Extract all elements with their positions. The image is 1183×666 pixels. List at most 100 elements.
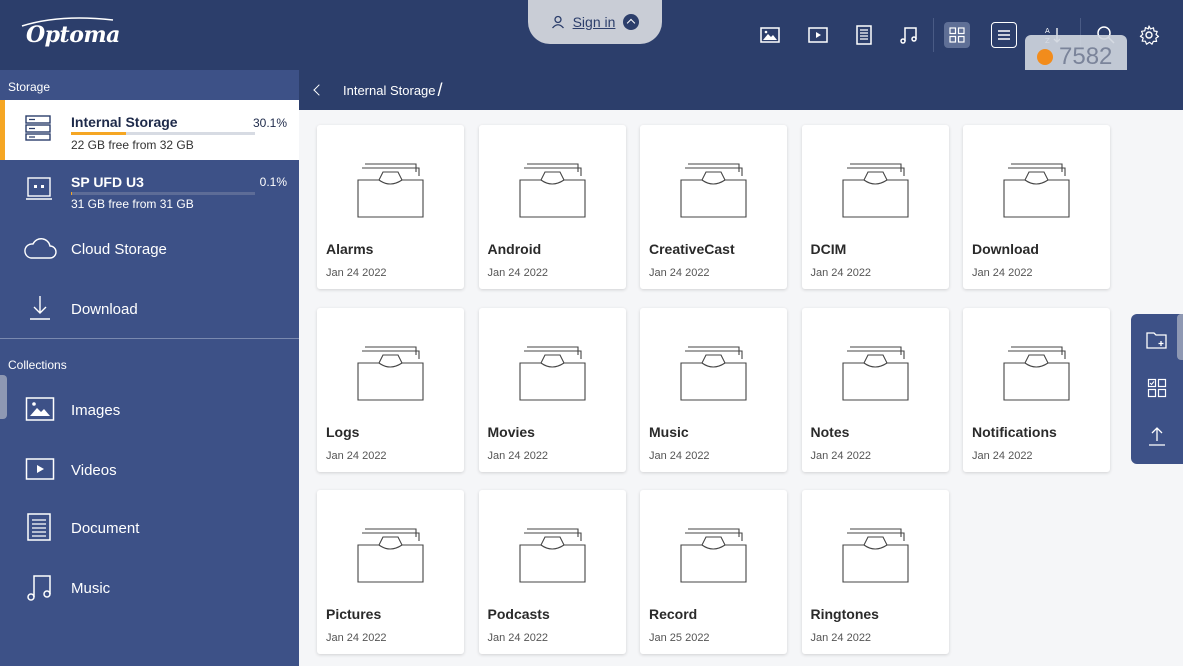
folder-date: Jan 24 2022 (487, 632, 549, 644)
folder-date: Jan 24 2022 (326, 632, 387, 644)
folder-date: Jan 24 2022 (326, 267, 387, 279)
folder-icon (841, 345, 909, 401)
sidebar-item-document[interactable]: Document (0, 508, 299, 550)
download-icon (30, 296, 50, 320)
folder-card[interactable]: Podcasts Jan 24 2022 (478, 490, 626, 654)
folder-card[interactable]: Ringtones Jan 24 2022 (801, 490, 949, 654)
cloud-storage-label: Cloud Storage (71, 241, 167, 258)
folder-date: Jan 24 2022 (810, 267, 872, 279)
cloud-icon (24, 238, 57, 259)
folder-icon (680, 528, 747, 583)
folder-card[interactable]: Android Jan 24 2022 (478, 125, 626, 289)
folder-date: Jan 24 2022 (810, 449, 872, 462)
new-folder-icon (1146, 332, 1167, 349)
breadcrumb: Internal Storage / (299, 70, 1183, 110)
folder-icon (680, 163, 747, 218)
usb-title: SP UFD U3 (71, 174, 144, 190)
folder-name: Notes (810, 423, 850, 440)
folder-name: CreativeCast (649, 241, 735, 257)
breadcrumb-internal-storage[interactable]: Internal Storage (343, 83, 436, 98)
folder-name: DCIM (810, 241, 847, 257)
signin-link[interactable]: Sign in (573, 14, 616, 30)
folder-card[interactable]: Notifications Jan 24 2022 (963, 307, 1110, 472)
right-action-panel (1131, 314, 1183, 464)
folder-card[interactable]: Logs Jan 24 2022 (317, 307, 464, 472)
multi-select-button[interactable] (1145, 376, 1169, 400)
multi-select-icon (1147, 378, 1167, 398)
usb-drive-icon (26, 177, 52, 200)
document-icon (27, 513, 51, 541)
folder-card[interactable]: Notes Jan 24 2022 (801, 307, 949, 472)
folder-date: Jan 24 2022 (487, 267, 549, 279)
folder-icon (518, 528, 586, 583)
chevron-up-icon[interactable] (623, 14, 640, 30)
folder-date: Jan 24 2022 (972, 449, 1033, 462)
svg-text:A: A (1045, 27, 1050, 35)
signin-tab[interactable]: Sign in (528, 0, 662, 44)
document-label: Document (71, 520, 140, 537)
sidebar-item-usb-drive[interactable]: SP UFD U3 0.1% 31 GB free from 31 GB (0, 166, 299, 216)
folder-name: Podcasts (487, 606, 550, 622)
folder-icon (841, 163, 909, 218)
back-chevron-icon[interactable] (313, 84, 325, 96)
folder-name: Download (972, 241, 1039, 257)
list-view-button[interactable] (991, 22, 1017, 48)
folder-icon (1003, 163, 1070, 218)
upload-button[interactable] (1145, 424, 1169, 448)
folder-name: Alarms (326, 241, 374, 257)
sidebar-item-internal-storage[interactable]: Internal Storage 30.1% 22 GB free from 3… (0, 100, 299, 160)
grid-view-button[interactable] (944, 22, 970, 48)
document-filter-icon[interactable] (851, 22, 877, 48)
folder-icon (518, 345, 586, 401)
folder-card[interactable]: Music Jan 24 2022 (640, 307, 787, 472)
storage-percent: 30.1% (252, 116, 287, 130)
folder-name: Android (487, 241, 542, 257)
images-label: Images (71, 402, 121, 419)
sidebar-item-music[interactable]: Music (0, 568, 299, 610)
storage-usage-bar (71, 132, 255, 135)
folder-card[interactable]: Record Jan 25 2022 (640, 490, 787, 654)
image-icon (25, 397, 55, 421)
folder-date: Jan 24 2022 (326, 449, 387, 462)
folder-card[interactable]: Alarms Jan 24 2022 (317, 125, 464, 289)
folder-name: Logs (326, 423, 360, 440)
folder-icon (357, 345, 424, 401)
music-icon (27, 575, 51, 601)
usb-subtitle: 31 GB free from 31 GB (71, 197, 194, 211)
videos-filter-icon[interactable] (805, 22, 831, 48)
settings-gear-icon[interactable] (1136, 22, 1162, 48)
top-bar: Optoma Sign in AZ 7582 (0, 0, 1183, 78)
right-panel-handle[interactable] (1177, 314, 1183, 360)
status-dot (1037, 48, 1053, 65)
sidebar: Storage Internal Storage 30.1% 22 GB fre… (0, 70, 299, 666)
sidebar-item-cloud-storage[interactable]: Cloud Storage (0, 228, 299, 270)
folder-card[interactable]: Download Jan 24 2022 (963, 125, 1110, 289)
folder-card[interactable]: Movies Jan 24 2022 (478, 307, 626, 472)
storage-drive-icon (25, 115, 51, 141)
usb-percent: 0.1% (259, 175, 287, 189)
folder-icon (841, 528, 909, 583)
folder-card[interactable]: Pictures Jan 24 2022 (317, 490, 464, 654)
new-folder-button[interactable] (1145, 328, 1169, 352)
folder-name: Notifications (972, 423, 1057, 440)
folder-icon (357, 163, 424, 218)
sidebar-item-videos[interactable]: Videos (0, 450, 299, 490)
folder-icon (1003, 345, 1070, 401)
folder-date: Jan 24 2022 (649, 267, 710, 279)
folder-name: Movies (487, 423, 535, 440)
sidebar-item-download[interactable]: Download (0, 288, 299, 330)
storage-section-label: Storage (8, 80, 51, 94)
storage-subtitle: 22 GB free from 32 GB (71, 138, 194, 152)
usb-usage-bar (71, 192, 255, 195)
folder-date: Jan 25 2022 (649, 632, 710, 644)
breadcrumb-separator: / (437, 79, 443, 100)
folder-name: Music (649, 423, 689, 440)
optoma-logo: Optoma (26, 22, 120, 48)
sidebar-item-images[interactable]: Images (0, 390, 299, 430)
folder-card[interactable]: CreativeCast Jan 24 2022 (640, 125, 787, 289)
folder-icon (357, 528, 424, 583)
music-filter-icon[interactable] (896, 22, 922, 48)
sidebar-divider (0, 338, 299, 339)
folder-card[interactable]: DCIM Jan 24 2022 (801, 125, 949, 289)
images-filter-icon[interactable] (757, 22, 783, 48)
